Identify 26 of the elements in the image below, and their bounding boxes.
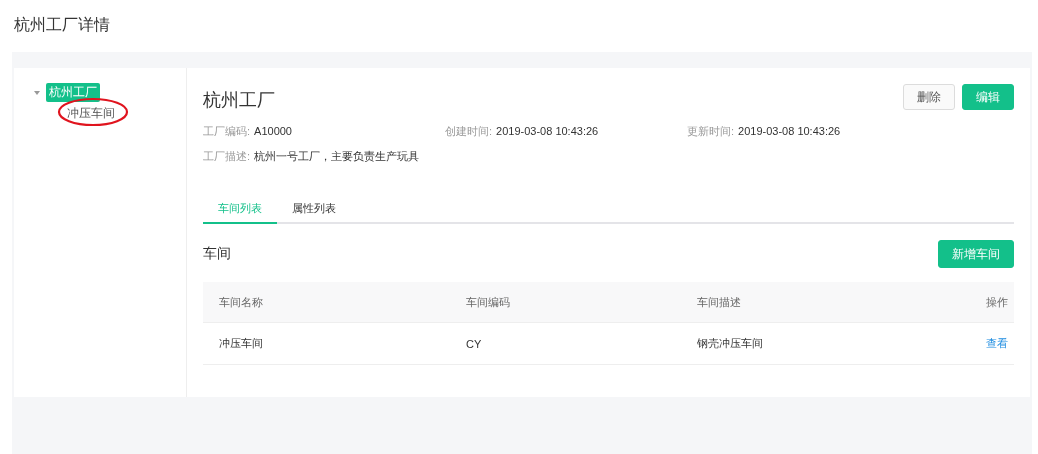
section-title: 车间 xyxy=(203,245,231,263)
tree-node[interactable]: 杭州工厂 xyxy=(46,83,100,102)
action-button[interactable]: 删除 xyxy=(903,84,955,110)
column-header: 车间名称 xyxy=(203,282,450,323)
field-label: 更新时间: xyxy=(687,125,735,137)
field-value: 杭州一号工厂，主要负责生产玩具 xyxy=(254,150,420,162)
factory-name: 杭州工厂 xyxy=(203,89,275,112)
page-title: 杭州工厂详情 xyxy=(13,15,111,35)
tab[interactable]: 属性列表 xyxy=(277,201,351,224)
column-header: 操作 xyxy=(970,282,1014,323)
field-label: 创建时间: xyxy=(445,125,493,137)
field-label: 工厂描述: xyxy=(203,150,251,162)
column-header: 车间编码 xyxy=(450,282,681,323)
view-link[interactable]: 查看 xyxy=(986,337,1008,349)
action-button[interactable]: 编辑 xyxy=(962,84,1014,110)
table-cell: 钢壳冲压车间 xyxy=(681,322,970,365)
table-cell: 冲压车间 xyxy=(203,322,450,365)
table-cell: CY xyxy=(450,322,681,365)
column-header: 车间描述 xyxy=(681,282,970,323)
field-value: 2019-03-08 10:43:26 xyxy=(496,125,599,137)
add-button[interactable]: 新增车间 xyxy=(938,240,1014,268)
tab[interactable]: 车间列表 xyxy=(203,201,277,224)
field-value: A10000 xyxy=(254,125,292,137)
caret-down-icon[interactable] xyxy=(34,90,40,95)
field-label: 工厂编码: xyxy=(203,125,251,137)
field-value: 2019-03-08 10:43:26 xyxy=(738,125,841,137)
